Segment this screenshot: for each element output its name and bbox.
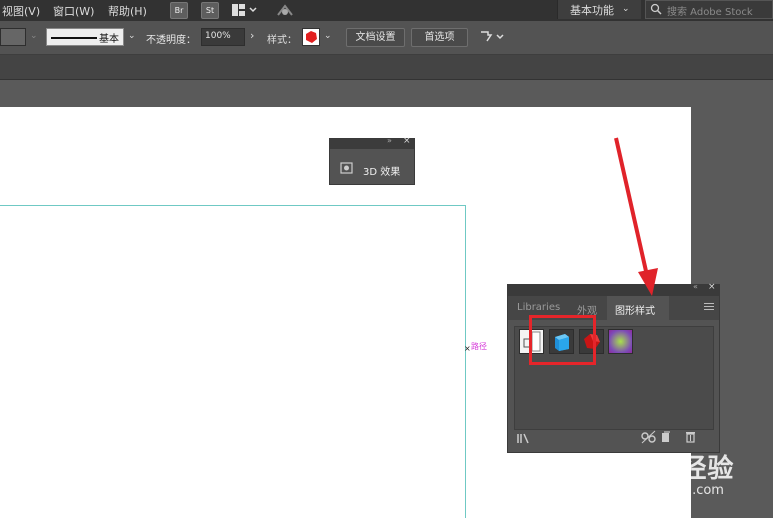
highlight-box-annotation: [529, 315, 596, 365]
chevron-down-icon[interactable]: ⌄: [128, 31, 136, 41]
baidu-jingyan-watermark: Baidu经验 jingyan.baidu.com: [590, 446, 770, 506]
menu-window[interactable]: 窗口(W): [53, 3, 94, 19]
arrange-documents-icon[interactable]: [231, 3, 259, 20]
trash-icon[interactable]: [685, 430, 696, 446]
document-tab-strip: [0, 55, 773, 80]
menu-bar: 视图(V) 窗口(W) 帮助(H) Br St 基本功能 ⌄ 搜索 Adobe …: [0, 0, 773, 21]
stock-search-field[interactable]: 搜索 Adobe Stock: [645, 0, 773, 19]
selected-path-outline[interactable]: [0, 205, 466, 518]
stroke-line-preview: [51, 37, 97, 39]
watermark-brand: Baidu经验: [592, 454, 735, 484]
purple-glow-style-swatch[interactable]: [608, 329, 633, 354]
chevron-down-icon[interactable]: ⌄: [30, 31, 38, 41]
panel-3d-titlebar[interactable]: » ×: [330, 136, 414, 149]
transform-select-icon[interactable]: [479, 29, 507, 48]
chevron-down-icon: ⌄: [622, 4, 630, 14]
control-bar: ⌄ 基本 ⌄ 不透明度： 100% › 样式： ⌄ 文档设置 首选项: [0, 21, 773, 55]
opacity-value: 100%: [205, 31, 231, 41]
preferences-button[interactable]: 首选项: [411, 28, 468, 47]
collapse-icon[interactable]: «: [693, 282, 698, 291]
break-link-icon[interactable]: [640, 430, 658, 447]
bridge-button[interactable]: Br: [170, 2, 188, 19]
document-setup-button[interactable]: 文档设置: [346, 28, 405, 47]
close-icon[interactable]: ×: [708, 282, 716, 292]
anchor-point-icon: ×: [464, 344, 471, 353]
stroke-weight-field[interactable]: [0, 28, 26, 46]
graphic-styles-library-icon[interactable]: [517, 433, 533, 447]
menu-view[interactable]: 视图(V): [2, 3, 40, 19]
new-graphic-style-icon[interactable]: [661, 430, 671, 446]
chevron-down-icon[interactable]: ⌄: [324, 31, 332, 41]
panel-3d-effect: » × 3D 效果: [329, 136, 415, 185]
style-label: 样式：: [267, 35, 297, 46]
menu-help[interactable]: 帮助(H): [108, 3, 147, 19]
gpu-performance-icon[interactable]: [275, 2, 295, 21]
path-smart-guide-label: 路径: [471, 342, 487, 351]
close-icon[interactable]: ×: [403, 136, 411, 146]
stroke-profile-label: 基本: [99, 34, 119, 45]
workspace-switcher[interactable]: 基本功能 ⌄: [557, 0, 641, 19]
graphic-styles-panel: « × Libraries 外观 图形样式: [507, 282, 720, 453]
search-icon: [650, 3, 664, 19]
workspace-label: 基本功能: [570, 4, 614, 17]
3d-effect-label: 3D 效果: [363, 167, 401, 178]
opacity-input[interactable]: 100%: [201, 28, 245, 46]
panel-menu-icon[interactable]: [704, 301, 714, 314]
stroke-profile-dropdown[interactable]: 基本: [46, 28, 124, 46]
tab-libraries[interactable]: Libraries: [517, 302, 560, 313]
red-arrow-annotation: [614, 137, 658, 296]
3d-effect-icon: [340, 161, 354, 178]
search-placeholder: 搜索 Adobe Stock: [667, 7, 753, 18]
watermark-url: jingyan.baidu.com: [604, 483, 724, 498]
graphic-style-picker[interactable]: [302, 28, 320, 46]
collapse-icon[interactable]: »: [387, 136, 392, 145]
red-style-swatch-icon: [306, 31, 317, 43]
chevron-right-icon[interactable]: ›: [250, 29, 254, 42]
opacity-label[interactable]: 不透明度：: [146, 31, 196, 46]
stock-button[interactable]: St: [201, 2, 219, 19]
effect-3d-button[interactable]: 3D 效果: [334, 153, 410, 181]
